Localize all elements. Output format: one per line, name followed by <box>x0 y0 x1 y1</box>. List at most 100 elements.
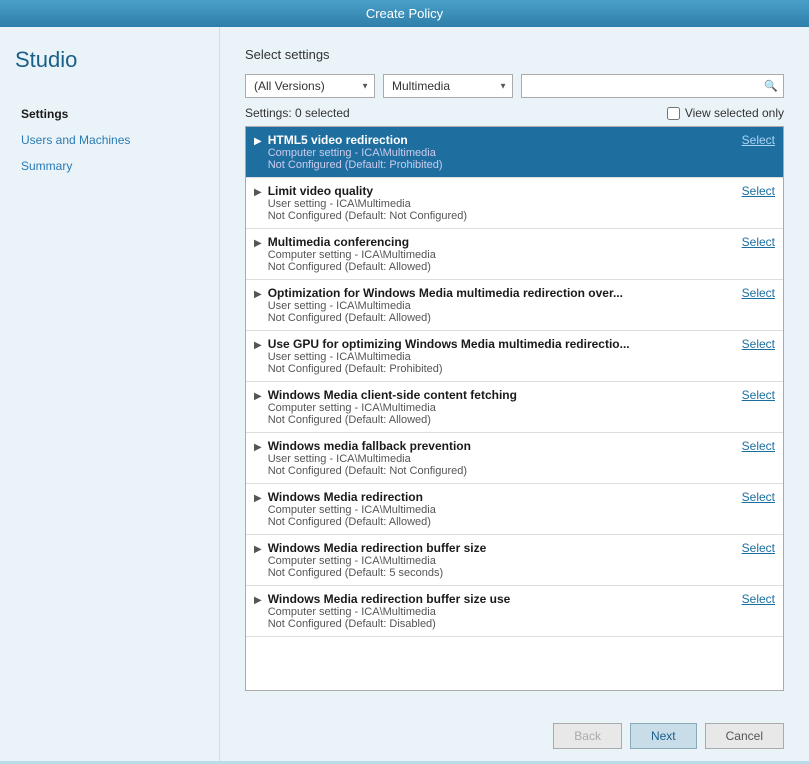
setting-default: Not Configured (Default: Allowed) <box>268 312 732 324</box>
search-wrapper <box>521 74 784 98</box>
setting-left-windows-media-client-side: ▶ Windows Media client-side content fetch… <box>254 388 732 426</box>
sidebar-item-users-machines[interactable]: Users and Machines <box>15 129 204 151</box>
dialog-title: Create Policy <box>366 6 443 21</box>
setting-type: Computer setting - ICA\Multimedia <box>268 249 732 261</box>
table-row[interactable]: ▶ Multimedia conferencingComputer setting… <box>246 229 783 280</box>
table-row[interactable]: ▶ Use GPU for optimizing Windows Media mu… <box>246 331 783 382</box>
content-area: Select settings (All Versions) Multimedi… <box>220 27 809 711</box>
table-row[interactable]: ▶ Limit video qualityUser setting - ICA\M… <box>246 178 783 229</box>
setting-default: Not Configured (Default: Allowed) <box>268 261 732 273</box>
category-dropdown[interactable]: Multimedia <box>383 74 513 98</box>
setting-name: Multimedia conferencing <box>268 235 732 249</box>
select-link[interactable]: Select <box>742 541 775 555</box>
table-row[interactable]: ▶ Optimization for Windows Media multimed… <box>246 280 783 331</box>
setting-type: User setting - ICA\Multimedia <box>268 351 732 363</box>
setting-name: Use GPU for optimizing Windows Media mul… <box>268 337 732 351</box>
setting-default: Not Configured (Default: Allowed) <box>268 516 732 528</box>
search-input[interactable] <box>521 74 784 98</box>
main-container: Studio Settings Users and Machines Summary… <box>0 27 809 761</box>
select-link[interactable]: Select <box>742 388 775 402</box>
expand-icon[interactable]: ▶ <box>254 442 262 453</box>
table-row[interactable]: ▶ Windows media fallback preventionUser s… <box>246 433 783 484</box>
table-row[interactable]: ▶ HTML5 video redirectionComputer setting… <box>246 127 783 178</box>
sidebar-nav: Settings Users and Machines Summary <box>15 103 204 177</box>
table-row[interactable]: ▶ Windows Media redirectionComputer setti… <box>246 484 783 535</box>
setting-left-windows-media-buffer-size: ▶Windows Media redirection buffer sizeCo… <box>254 541 732 579</box>
setting-info-windows-media-redirection: Windows Media redirectionComputer settin… <box>268 490 732 528</box>
sidebar-item-settings[interactable]: Settings <box>15 103 204 125</box>
select-link[interactable]: Select <box>742 592 775 606</box>
setting-type: Computer setting - ICA\Multimedia <box>268 402 732 414</box>
setting-left-multimedia-conferencing: ▶ Multimedia conferencingComputer setting… <box>254 235 732 273</box>
setting-type: Computer setting - ICA\Multimedia <box>268 606 732 618</box>
setting-info-html5-video-redirection: HTML5 video redirectionComputer setting … <box>268 133 732 171</box>
expand-icon[interactable]: ▶ <box>254 238 262 249</box>
setting-info-optimization-windows-media: Optimization for Windows Media multimedi… <box>268 286 732 324</box>
expand-icon[interactable]: ▶ <box>254 595 262 606</box>
setting-left-use-gpu-windows-media: ▶ Use GPU for optimizing Windows Media mu… <box>254 337 732 375</box>
select-link[interactable]: Select <box>742 490 775 504</box>
expand-icon[interactable]: ▶ <box>254 136 262 147</box>
expand-icon[interactable]: ▶ <box>254 493 262 504</box>
sidebar: Studio Settings Users and Machines Summary <box>0 27 220 761</box>
setting-info-limit-video-quality: Limit video qualityUser setting - ICA\Mu… <box>268 184 732 222</box>
sidebar-item-summary[interactable]: Summary <box>15 155 204 177</box>
footer: Back Next Cancel <box>220 711 809 761</box>
table-row[interactable]: ▶ Windows Media redirection buffer size u… <box>246 586 783 637</box>
select-link[interactable]: Select <box>742 337 775 351</box>
select-link[interactable]: Select <box>742 439 775 453</box>
version-dropdown[interactable]: (All Versions) <box>245 74 375 98</box>
setting-default: Not Configured (Default: 5 seconds) <box>268 567 732 579</box>
section-title: Select settings <box>245 47 784 62</box>
setting-name: Windows media fallback prevention <box>268 439 732 453</box>
setting-name: Windows Media client-side content fetchi… <box>268 388 732 402</box>
setting-info-windows-media-client-side: Windows Media client-side content fetchi… <box>268 388 732 426</box>
setting-type: User setting - ICA\Multimedia <box>268 300 732 312</box>
setting-info-windows-media-fallback: Windows media fallback preventionUser se… <box>268 439 732 477</box>
back-button[interactable]: Back <box>553 723 622 749</box>
setting-left-optimization-windows-media: ▶ Optimization for Windows Media multimed… <box>254 286 732 324</box>
setting-name: Windows Media redirection <box>268 490 732 504</box>
next-button[interactable]: Next <box>630 723 697 749</box>
view-selected-label[interactable]: View selected only <box>667 106 784 120</box>
setting-type: Computer setting - ICA\Multimedia <box>268 147 732 159</box>
setting-type: Computer setting - ICA\Multimedia <box>268 504 732 516</box>
expand-icon[interactable]: ▶ <box>254 391 262 402</box>
setting-name: Limit video quality <box>268 184 732 198</box>
expand-icon[interactable]: ▶ <box>254 544 262 555</box>
setting-left-windows-media-buffer-size-use: ▶ Windows Media redirection buffer size u… <box>254 592 732 630</box>
settings-count: Settings: 0 selected <box>245 106 350 120</box>
table-row[interactable]: ▶Windows Media redirection buffer sizeCo… <box>246 535 783 586</box>
setting-name: Windows Media redirection buffer size us… <box>268 592 732 606</box>
setting-default: Not Configured (Default: Not Configured) <box>268 465 732 477</box>
setting-default: Not Configured (Default: Not Configured) <box>268 210 732 222</box>
expand-icon[interactable]: ▶ <box>254 340 262 351</box>
setting-default: Not Configured (Default: Disabled) <box>268 618 732 630</box>
setting-left-windows-media-fallback: ▶ Windows media fallback preventionUser s… <box>254 439 732 477</box>
setting-info-windows-media-buffer-size-use: Windows Media redirection buffer size us… <box>268 592 732 630</box>
setting-name: Optimization for Windows Media multimedi… <box>268 286 732 300</box>
select-link[interactable]: Select <box>742 184 775 198</box>
settings-list: ▶HTML5 video redirectionComputer setting… <box>245 126 784 691</box>
setting-default: Not Configured (Default: Allowed) <box>268 414 732 426</box>
table-row[interactable]: ▶ Windows Media client-side content fetch… <box>246 382 783 433</box>
select-link[interactable]: Select <box>742 235 775 249</box>
setting-name: HTML5 video redirection <box>268 133 732 147</box>
status-row: Settings: 0 selected View selected only <box>245 106 784 120</box>
setting-default: Not Configured (Default: Prohibited) <box>268 159 732 171</box>
setting-type: User setting - ICA\Multimedia <box>268 453 732 465</box>
setting-name: Windows Media redirection buffer size <box>268 541 732 555</box>
select-link[interactable]: Select <box>742 286 775 300</box>
filter-row: (All Versions) Multimedia <box>245 74 784 98</box>
setting-left-limit-video-quality: ▶ Limit video qualityUser setting - ICA\M… <box>254 184 732 222</box>
view-selected-checkbox[interactable] <box>667 107 680 120</box>
setting-default: Not Configured (Default: Prohibited) <box>268 363 732 375</box>
brand-name: Studio <box>15 47 204 73</box>
select-link[interactable]: Select <box>742 133 775 147</box>
expand-icon[interactable]: ▶ <box>254 187 262 198</box>
cancel-button[interactable]: Cancel <box>705 723 784 749</box>
expand-icon[interactable]: ▶ <box>254 289 262 300</box>
setting-left-html5-video-redirection: ▶ HTML5 video redirectionComputer setting… <box>254 133 732 171</box>
setting-info-use-gpu-windows-media: Use GPU for optimizing Windows Media mul… <box>268 337 732 375</box>
version-select-wrapper: (All Versions) <box>245 74 375 98</box>
